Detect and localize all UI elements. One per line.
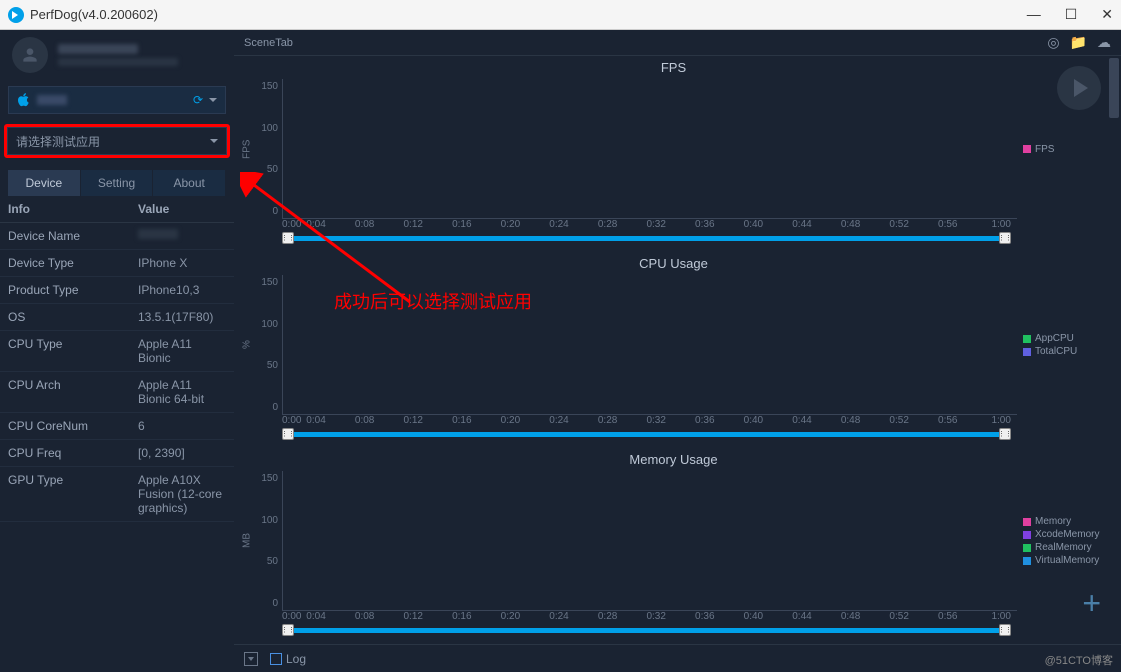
chart-plot[interactable] bbox=[282, 471, 1017, 611]
chart-title: Memory Usage bbox=[240, 448, 1107, 471]
titlebar: PerfDog(v4.0.200602) — ☐ ✕ bbox=[0, 0, 1121, 30]
legend-item[interactable]: TotalCPU bbox=[1023, 346, 1107, 357]
bottombar: Log bbox=[234, 644, 1121, 672]
x-axis: 0:000:040:080:120:160:200:240:280:320:36… bbox=[282, 219, 1011, 230]
app-logo-icon bbox=[8, 7, 24, 23]
info-label: CPU Type bbox=[8, 337, 138, 365]
app-select-dropdown[interactable]: 请选择测试应用 bbox=[7, 127, 227, 155]
chart-memory usage: Memory Usage MB 150100500 Memory XcodeMem… bbox=[240, 448, 1107, 636]
info-value: IPhone X bbox=[138, 256, 226, 270]
info-label: Device Type bbox=[8, 256, 138, 270]
info-value: 13.5.1(17F80) bbox=[138, 310, 226, 324]
legend-item[interactable]: VirtualMemory bbox=[1023, 555, 1107, 566]
main-area: SceneTab ◎ 📁 ☁ FPS FPS 150100500 FPS 0:0… bbox=[234, 30, 1121, 672]
slider-handle-left[interactable]: ⋮⋮ bbox=[282, 232, 294, 244]
location-icon[interactable]: ◎ bbox=[1047, 34, 1059, 51]
y-axis-label: % bbox=[240, 275, 254, 415]
device-select[interactable]: ⟳ bbox=[8, 86, 226, 114]
user-info bbox=[58, 44, 178, 66]
slider-handle-left[interactable]: ⋮⋮ bbox=[282, 624, 294, 636]
chart-title: CPU Usage bbox=[240, 252, 1107, 275]
user-block bbox=[0, 30, 234, 80]
y-axis-label: MB bbox=[240, 471, 254, 611]
time-slider[interactable]: ⋮⋮ ⋮⋮ bbox=[282, 624, 1011, 636]
chart-cpu usage: CPU Usage % 150100500 AppCPU TotalCPU 0:0… bbox=[240, 252, 1107, 440]
tab-device[interactable]: Device bbox=[8, 170, 81, 196]
legend-item[interactable]: RealMemory bbox=[1023, 542, 1107, 553]
legend-item[interactable]: XcodeMemory bbox=[1023, 529, 1107, 540]
chart-legend: FPS bbox=[1017, 79, 1107, 219]
chart-plot[interactable] bbox=[282, 275, 1017, 415]
window-title: PerfDog(v4.0.200602) bbox=[30, 7, 158, 22]
app-select-placeholder: 请选择测试应用 bbox=[16, 133, 100, 150]
info-value: Apple A10X Fusion (12-core graphics) bbox=[138, 473, 226, 515]
legend-item[interactable]: AppCPU bbox=[1023, 333, 1107, 344]
minimize-button[interactable]: — bbox=[1027, 6, 1041, 23]
info-header: Info Value bbox=[0, 196, 234, 223]
info-value: 6 bbox=[138, 419, 226, 433]
main-topbar: SceneTab ◎ 📁 ☁ bbox=[234, 30, 1121, 56]
folder-icon[interactable]: 📁 bbox=[1070, 34, 1087, 51]
scrollbar[interactable] bbox=[1107, 56, 1121, 644]
close-button[interactable]: ✕ bbox=[1101, 6, 1113, 23]
info-label: OS bbox=[8, 310, 138, 324]
info-value: Apple A11 Bionic bbox=[138, 337, 226, 365]
watermark: @51CTO博客 bbox=[1045, 652, 1113, 668]
chevron-down-icon bbox=[210, 139, 218, 143]
chart-fps: FPS FPS 150100500 FPS 0:000:040:080:120:… bbox=[240, 56, 1107, 244]
dropdown-toggle[interactable] bbox=[244, 652, 258, 666]
info-row: GPU TypeApple A10X Fusion (12-core graph… bbox=[0, 467, 234, 522]
time-slider[interactable]: ⋮⋮ ⋮⋮ bbox=[282, 232, 1011, 244]
slider-handle-right[interactable]: ⋮⋮ bbox=[999, 232, 1011, 244]
chevron-down-icon bbox=[209, 98, 217, 102]
legend-item[interactable]: Memory bbox=[1023, 516, 1107, 527]
info-label: GPU Type bbox=[8, 473, 138, 515]
info-label: Product Type bbox=[8, 283, 138, 297]
log-checkbox[interactable]: Log bbox=[270, 652, 306, 666]
apple-icon bbox=[17, 93, 31, 107]
info-row: Device Name bbox=[0, 223, 234, 250]
slider-handle-left[interactable]: ⋮⋮ bbox=[282, 428, 294, 440]
chart-legend: AppCPU TotalCPU bbox=[1017, 275, 1107, 415]
cloud-icon[interactable]: ☁ bbox=[1097, 34, 1111, 51]
info-row: CPU TypeApple A11 Bionic bbox=[0, 331, 234, 372]
slider-handle-right[interactable]: ⋮⋮ bbox=[999, 624, 1011, 636]
info-row: OS13.5.1(17F80) bbox=[0, 304, 234, 331]
info-label: CPU Freq bbox=[8, 446, 138, 460]
checkbox-icon bbox=[270, 653, 282, 665]
y-axis: 150100500 bbox=[254, 471, 282, 611]
info-label: CPU Arch bbox=[8, 378, 138, 406]
info-row: Device TypeIPhone X bbox=[0, 250, 234, 277]
info-value: Apple A11 Bionic 64-bit bbox=[138, 378, 226, 406]
info-row: Product TypeIPhone10,3 bbox=[0, 277, 234, 304]
y-axis: 150100500 bbox=[254, 79, 282, 219]
tab-about[interactable]: About bbox=[153, 170, 226, 196]
info-value: [0, 2390] bbox=[138, 446, 226, 460]
slider-handle-right[interactable]: ⋮⋮ bbox=[999, 428, 1011, 440]
info-value bbox=[138, 229, 226, 243]
y-axis: 150100500 bbox=[254, 275, 282, 415]
sidebar-tabs: Device Setting About bbox=[8, 170, 226, 196]
info-label: CPU CoreNum bbox=[8, 419, 138, 433]
info-value: IPhone10,3 bbox=[138, 283, 226, 297]
time-slider[interactable]: ⋮⋮ ⋮⋮ bbox=[282, 428, 1011, 440]
tab-setting[interactable]: Setting bbox=[81, 170, 154, 196]
chart-title: FPS bbox=[240, 56, 1107, 79]
info-row: CPU ArchApple A11 Bionic 64-bit bbox=[0, 372, 234, 413]
link-icon: ⟳ bbox=[193, 93, 203, 107]
add-button[interactable]: + bbox=[1082, 585, 1101, 622]
info-label: Device Name bbox=[8, 229, 138, 243]
user-icon bbox=[20, 45, 40, 65]
chart-plot[interactable] bbox=[282, 79, 1017, 219]
x-axis: 0:000:040:080:120:160:200:240:280:320:36… bbox=[282, 415, 1011, 426]
y-axis-label: FPS bbox=[240, 79, 254, 219]
scenetab-label[interactable]: SceneTab bbox=[244, 37, 293, 49]
info-row: CPU CoreNum6 bbox=[0, 413, 234, 440]
x-axis: 0:000:040:080:120:160:200:240:280:320:36… bbox=[282, 611, 1011, 622]
sidebar: ⟳ 请选择测试应用 Device Setting About Info Valu… bbox=[0, 30, 234, 672]
legend-item[interactable]: FPS bbox=[1023, 144, 1107, 155]
maximize-button[interactable]: ☐ bbox=[1065, 6, 1078, 23]
avatar[interactable] bbox=[12, 37, 48, 73]
info-row: CPU Freq[0, 2390] bbox=[0, 440, 234, 467]
